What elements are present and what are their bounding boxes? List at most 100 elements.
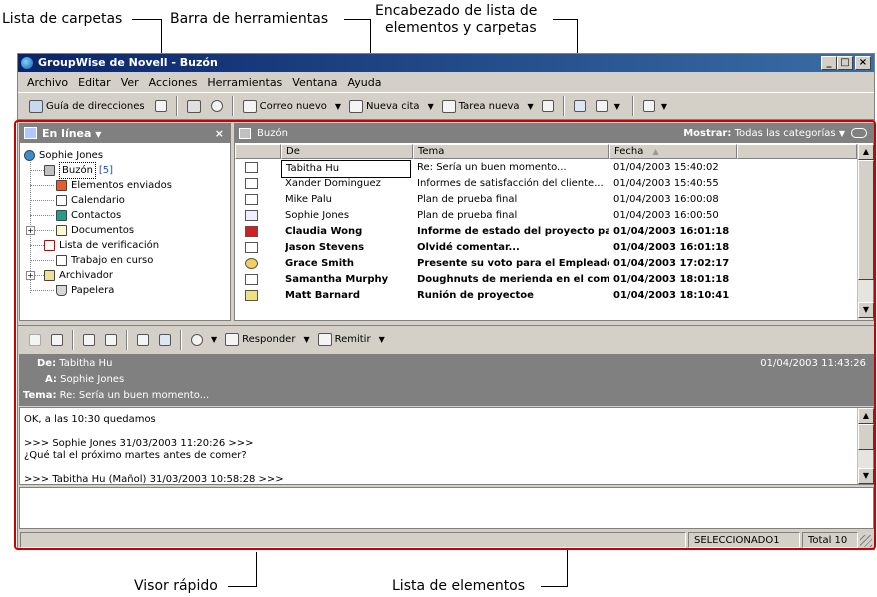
chevron-down-icon: ▼ xyxy=(613,101,620,111)
header-button[interactable] xyxy=(78,329,100,351)
layout-icon xyxy=(137,333,149,346)
menu-ayuda[interactable]: Ayuda xyxy=(342,76,386,89)
new-note-button[interactable] xyxy=(537,95,559,117)
new-mail-button[interactable]: Correo nuevo xyxy=(238,95,332,117)
menu-ventana[interactable]: Ventana xyxy=(287,76,342,89)
chevron-down-icon[interactable]: ▼ xyxy=(208,335,220,344)
toolbar-separator xyxy=(631,96,634,116)
new-mail-dropdown-icon[interactable]: ▼ xyxy=(332,102,344,111)
item-row[interactable]: Samantha Murphy Doughnuts de merienda en… xyxy=(235,272,855,288)
folder-user[interactable]: Sophie Jones xyxy=(24,148,103,163)
scroll-down-icon[interactable]: ▼ xyxy=(858,302,874,318)
print-button[interactable] xyxy=(182,95,206,117)
font-button[interactable] xyxy=(100,329,122,351)
contacts-icon xyxy=(56,210,67,221)
folder-buzon[interactable]: Buzón [5] xyxy=(44,162,113,179)
new-appointment-button[interactable]: Nueva cita xyxy=(344,95,425,117)
item-row[interactable]: Claudia Wong Informe de estado del proye… xyxy=(235,224,855,240)
new-task-button[interactable]: Tarea nueva xyxy=(437,95,525,117)
folder-work-in-progress[interactable]: Trabajo en curso xyxy=(56,253,153,268)
message-scrollbar[interactable]: ▲ ▼ xyxy=(857,408,874,484)
closed-mail-icon xyxy=(245,242,258,253)
folder-sent-items[interactable]: Elementos enviados xyxy=(56,178,172,193)
menu-archivo[interactable]: Archivo xyxy=(22,76,73,89)
new-task-dropdown-icon[interactable]: ▼ xyxy=(525,102,537,111)
address-book-button[interactable]: Guía de direcciones xyxy=(24,95,150,117)
item-row[interactable]: Matt Barnard Runión de proyectoe 01/04/2… xyxy=(235,288,855,304)
edit-button[interactable] xyxy=(46,329,68,351)
folder-checklist[interactable]: Lista de verificación xyxy=(44,238,159,253)
folder-documents[interactable]: Documentos xyxy=(56,223,134,238)
body-line: ¿Qué tal el próximo martes antes de come… xyxy=(24,450,247,461)
scroll-down-icon[interactable]: ▼ xyxy=(858,468,874,484)
folder-list-header[interactable]: En línea ▼ × xyxy=(20,124,230,143)
close-folder-list-icon[interactable]: × xyxy=(215,124,224,143)
scroll-up-icon[interactable]: ▲ xyxy=(858,408,874,424)
expand-cabinet-icon[interactable]: + xyxy=(26,271,35,280)
item-row[interactable]: Mike Palu Plan de prueba final 01/04/200… xyxy=(235,192,855,208)
item-subject: Doughnuts de merienda en el come xyxy=(417,274,609,285)
item-list-scrollbar[interactable]: ▲ ▼ xyxy=(857,144,874,320)
resize-grip-icon[interactable] xyxy=(860,535,872,547)
preview-button[interactable] xyxy=(154,329,176,351)
folder-trash[interactable]: Papelera xyxy=(56,283,114,298)
actions-button[interactable] xyxy=(186,329,208,351)
quick-reply-area[interactable] xyxy=(19,487,874,529)
forward-dropdown-icon[interactable]: ▼ xyxy=(376,335,388,344)
item-row[interactable]: Jason Stevens Olvidé comentar... 01/04/2… xyxy=(235,240,855,256)
body-line: OK, a las 10:30 quedamos xyxy=(24,414,156,425)
maximize-button[interactable]: □ xyxy=(837,56,853,70)
folder-cabinet[interactable]: Archivador xyxy=(44,268,113,283)
toolbar-separator xyxy=(72,329,74,350)
view-mode-button[interactable]: ▼ xyxy=(591,95,628,117)
quick-viewer-button[interactable]: ▼ xyxy=(638,95,675,117)
item-row[interactable]: Xander Dominguez Informes de satisfacció… xyxy=(235,176,855,192)
column-header-from[interactable]: De xyxy=(281,144,413,159)
menu-herramientas[interactable]: Herramientas xyxy=(202,76,287,89)
show-filter[interactable]: Mostrar: Todas las categorías ▼ xyxy=(683,124,845,143)
item-row[interactable]: Sophie Jones Plan de prueba final 01/04/… xyxy=(235,208,855,224)
expand-documents-icon[interactable]: + xyxy=(26,226,35,235)
find-icon[interactable] xyxy=(851,128,867,138)
tree-line xyxy=(35,275,44,276)
folder-checklist-label: Lista de verificación xyxy=(59,240,160,251)
column-header-date[interactable]: Fecha ▲ xyxy=(609,144,737,159)
close-button[interactable]: × xyxy=(855,56,871,70)
message-body[interactable]: OK, a las 10:30 quedamos >>> Sophie Jone… xyxy=(19,407,874,485)
mailbox-icon xyxy=(44,165,55,176)
forward-button[interactable]: Remitir xyxy=(313,329,376,351)
menu-editar[interactable]: Editar xyxy=(73,76,116,89)
scroll-thumb[interactable] xyxy=(858,160,874,280)
attach-button[interactable] xyxy=(24,329,46,351)
item-row[interactable]: Tabitha Hu Re: Sería un buen momento... … xyxy=(235,160,855,178)
folder-contacts[interactable]: Contactos xyxy=(56,208,121,223)
menu-acciones[interactable]: Acciones xyxy=(144,76,203,89)
quick-viewer-header: De: Tabitha Hu A: Sophie Jones Tema: Re:… xyxy=(19,354,874,406)
layout-button[interactable] xyxy=(132,329,154,351)
status-report-icon xyxy=(245,226,258,237)
current-folder-name: Buzón xyxy=(257,128,288,139)
view-folder-list-button[interactable] xyxy=(569,95,591,117)
reply-button[interactable]: Responder xyxy=(220,329,300,351)
tree-line xyxy=(30,200,54,201)
callout-line xyxy=(132,19,162,20)
find-button[interactable] xyxy=(206,95,228,117)
item-row[interactable]: Grace Smith Presente su voto para el Emp… xyxy=(235,256,855,272)
callout-line xyxy=(553,19,577,20)
tree-line xyxy=(30,290,54,291)
menu-ver[interactable]: Ver xyxy=(116,76,144,89)
scroll-up-icon[interactable]: ▲ xyxy=(858,144,874,160)
icon-column-header xyxy=(235,144,281,159)
column-header-subject[interactable]: Tema xyxy=(413,144,609,159)
minimize-button[interactable]: _ xyxy=(821,56,837,70)
folder-calendar[interactable]: Calendario xyxy=(56,193,125,208)
reply-dropdown-icon[interactable]: ▼ xyxy=(300,335,312,344)
notify-button[interactable] xyxy=(150,95,172,117)
new-appointment-dropdown-icon[interactable]: ▼ xyxy=(425,102,437,111)
item-subject: Plan de prueba final xyxy=(417,210,518,221)
scroll-thumb[interactable] xyxy=(858,424,874,450)
preview-icon xyxy=(159,333,171,346)
calendar-icon xyxy=(56,195,67,206)
callout-line xyxy=(256,552,257,587)
item-subject: Olvidé comentar... xyxy=(417,242,520,253)
